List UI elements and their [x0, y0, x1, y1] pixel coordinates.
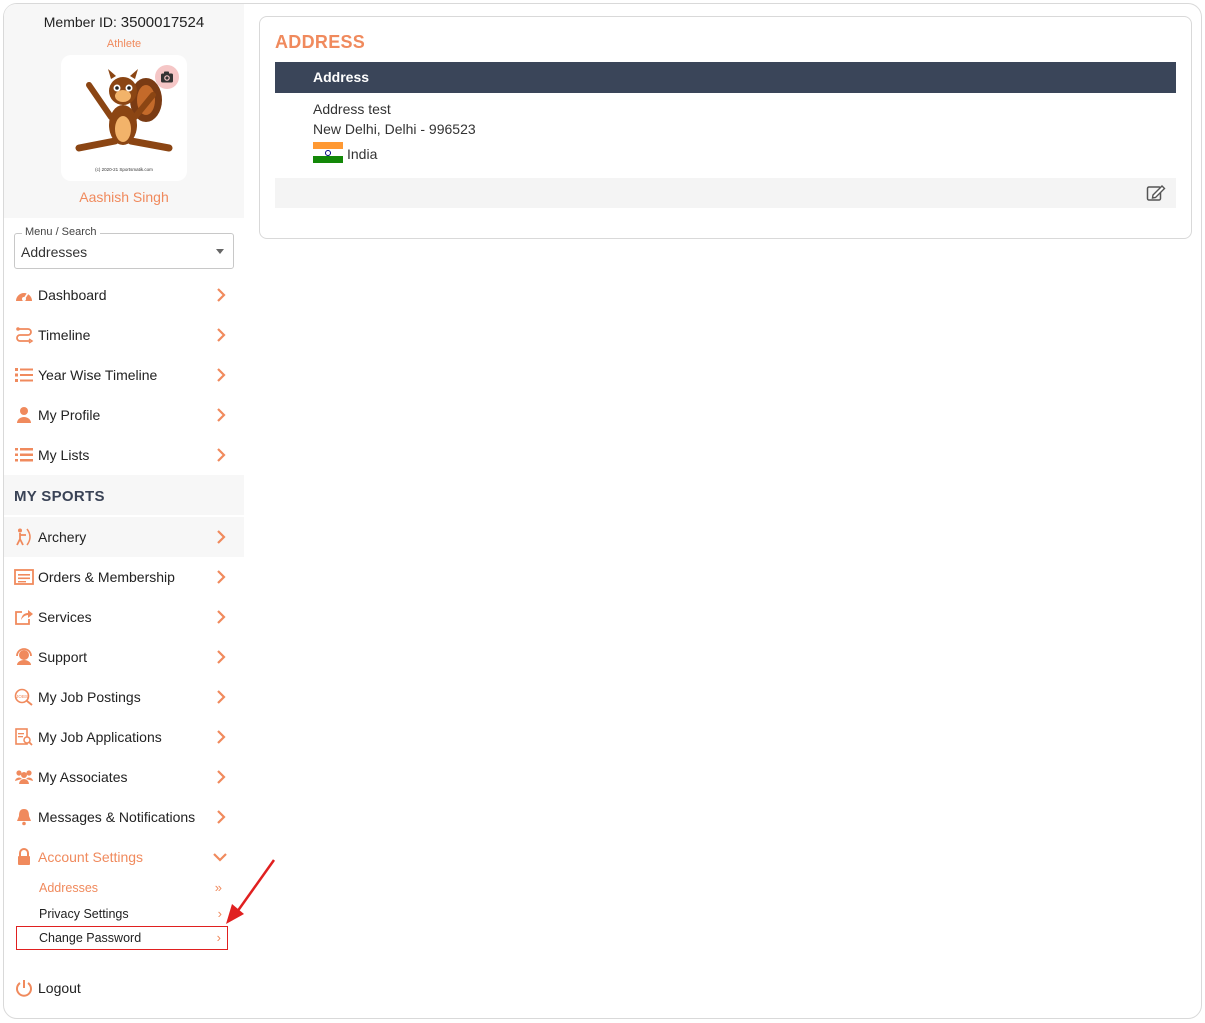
chevron-right-icon: ›: [216, 930, 221, 945]
support-headset-icon: [16, 648, 32, 665]
nav-item-timeline[interactable]: Timeline: [4, 315, 244, 355]
power-icon: [16, 980, 32, 997]
chevron-right-icon: [217, 810, 226, 824]
address-column-header: Address: [313, 69, 370, 85]
nav-item-support[interactable]: Support: [4, 637, 244, 677]
address-country: India: [347, 146, 378, 162]
india-flag-icon: [313, 142, 343, 163]
section-title-my-sports: MY SPORTS: [4, 475, 244, 515]
list-icon: [15, 448, 33, 462]
avatar[interactable]: (c) 2020-21 Sportsmatik.com: [61, 55, 187, 181]
archery-icon: [16, 528, 31, 546]
share-icon: [15, 610, 33, 625]
nav-label-my-lists: My Lists: [38, 447, 90, 463]
nav-item-dashboard[interactable]: Dashboard: [4, 275, 244, 315]
nav-label-support: Support: [38, 649, 88, 665]
subnav-label-privacy-settings: Privacy Settings: [39, 907, 129, 921]
nav-label-services: Services: [38, 609, 92, 625]
nav-label-orders-membership: Orders & Membership: [38, 569, 175, 585]
avatar-caption: (c) 2020-21 Sportsmatik.com: [95, 167, 153, 172]
nav-item-my-associates[interactable]: My Associates: [4, 757, 244, 797]
menu-search-legend: Menu / Search: [22, 226, 100, 238]
subnav-item-privacy-settings[interactable]: Privacy Settings ›: [16, 902, 228, 926]
user-icon: [17, 407, 31, 423]
nav-label-my-profile: My Profile: [38, 407, 101, 423]
menu-search-select[interactable]: Menu / Search Addresses: [14, 226, 234, 269]
nav-label-account-settings: Account Settings: [38, 849, 144, 865]
user-name: Aashish Singh: [79, 189, 169, 205]
subnav-item-change-password[interactable]: Change Password ›: [16, 926, 228, 950]
sidebar: Member ID: 3500017524 Athlete (c) 2020-2…: [4, 4, 244, 1018]
address-line-2: New Delhi, Delhi - 996523: [313, 121, 476, 137]
address-table-header: Address: [275, 62, 1176, 93]
jobs-search-icon: JOBS: [14, 688, 33, 706]
chevron-right-icon: [217, 650, 226, 664]
annotation-arrow: [226, 859, 276, 924]
address-card: ADDRESS Address Address test New Delhi, …: [259, 16, 1192, 239]
chevron-right-icon: [217, 530, 226, 544]
subnav-label-change-password: Change Password: [39, 931, 142, 945]
dashboard-icon: [16, 292, 32, 301]
nav-label-messages-notifications: Messages & Notifications: [38, 809, 196, 825]
list-icon: [15, 368, 33, 382]
nav-label-logout: Logout: [38, 980, 81, 996]
nav-item-archery[interactable]: Archery: [4, 517, 244, 557]
nav-label-archery: Archery: [38, 529, 87, 545]
nav-label-timeline: Timeline: [38, 327, 91, 343]
nav-item-messages-notifications[interactable]: Messages & Notifications: [4, 797, 244, 837]
member-role: Athlete: [106, 38, 142, 50]
chevron-right-icon: [217, 328, 226, 342]
menu-search-value: Addresses: [21, 244, 88, 260]
nav-label-dashboard: Dashboard: [38, 287, 107, 303]
timeline-icon: [16, 327, 34, 344]
member-id: Member ID: 3500017524: [4, 14, 244, 31]
chevron-right-icon: [217, 288, 226, 302]
nav-item-my-profile[interactable]: My Profile: [4, 395, 244, 435]
nav-label-my-job-postings: My Job Postings: [38, 689, 141, 705]
subnav-item-addresses[interactable]: Addresses »: [16, 876, 228, 900]
edit-icon[interactable]: [1146, 184, 1166, 202]
section-title-label: MY SPORTS: [14, 488, 105, 505]
nav-item-services[interactable]: Services: [4, 597, 244, 637]
address-card-footer: [275, 178, 1176, 208]
svg-text:JOBS: JOBS: [16, 694, 28, 699]
nav-item-my-job-postings[interactable]: JOBS My Job Postings: [4, 677, 244, 717]
users-group-icon: [15, 770, 33, 784]
chevron-right-icon: [217, 368, 226, 382]
chevron-right-icon: [217, 690, 226, 704]
chevron-right-icon: [217, 570, 226, 584]
nav-item-orders-membership[interactable]: Orders & Membership: [4, 557, 244, 597]
chevron-right-icon: [217, 408, 226, 422]
caret-down-icon: [216, 249, 224, 254]
profile-card: Member ID: 3500017524 Athlete (c) 2020-2…: [4, 4, 244, 218]
nav-label-my-associates: My Associates: [38, 769, 128, 785]
application-search-icon: [15, 728, 33, 746]
nav-item-my-lists[interactable]: My Lists: [4, 435, 244, 475]
nav-item-my-job-applications[interactable]: My Job Applications: [4, 717, 244, 757]
bell-icon: [17, 809, 31, 826]
address-line-1: Address test: [313, 101, 391, 117]
nav-item-year-wise-timeline[interactable]: Year Wise Timeline: [4, 355, 244, 395]
nav-item-logout[interactable]: Logout: [4, 968, 244, 1008]
address-card-title: ADDRESS: [275, 32, 366, 52]
subnav-label-addresses: Addresses: [39, 881, 99, 895]
nav-item-account-settings[interactable]: Account Settings: [4, 837, 244, 877]
lock-icon: [18, 848, 30, 865]
chevron-right-icon: [217, 448, 226, 462]
chevron-right-icon: [217, 730, 226, 744]
chevron-right-icon: [217, 610, 226, 624]
member-id-value: 3500017524: [120, 14, 205, 31]
nav-label-year-wise-timeline: Year Wise Timeline: [38, 367, 158, 383]
nav-label-my-job-applications: My Job Applications: [38, 729, 162, 745]
chevron-right-icon: [217, 770, 226, 784]
member-id-label: Member ID:: [43, 14, 117, 30]
orders-icon: [14, 569, 34, 585]
camera-icon[interactable]: [155, 65, 179, 89]
